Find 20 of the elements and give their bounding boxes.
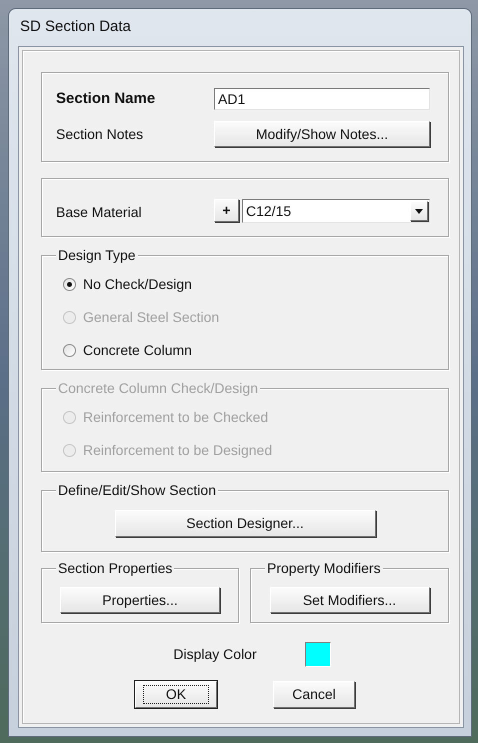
field-label: Section Notes	[56, 124, 144, 144]
modifiers-button[interactable]: Set Modifiers...	[270, 587, 430, 613]
color-swatch[interactable]	[304, 642, 331, 667]
dialog-button[interactable]: Cancel	[273, 681, 355, 708]
notes-button[interactable]: Modify/Show Notes...	[214, 121, 430, 147]
window-title: SD Section Data	[20, 17, 131, 38]
material-dropdown[interactable]: C12/15	[242, 199, 430, 223]
field-label: Display Color	[173, 645, 257, 664]
name-field[interactable]: AD1	[214, 88, 430, 110]
section-designer-button[interactable]: Section Designer...	[114, 510, 376, 537]
field-label: Base Material	[56, 203, 143, 222]
field-label: Section Name	[56, 88, 156, 109]
dialog-button[interactable]: OK	[135, 681, 217, 708]
radio-label[interactable]: No Check/Design	[83, 274, 192, 295]
add-button[interactable]: +	[214, 199, 239, 222]
radio-button[interactable]	[63, 278, 76, 291]
dropdown-arrow-icon[interactable]	[415, 208, 423, 214]
properties-button[interactable]: Properties...	[60, 587, 220, 613]
radio-button[interactable]	[63, 344, 76, 357]
radio-label[interactable]: Concrete Column	[83, 340, 192, 361]
